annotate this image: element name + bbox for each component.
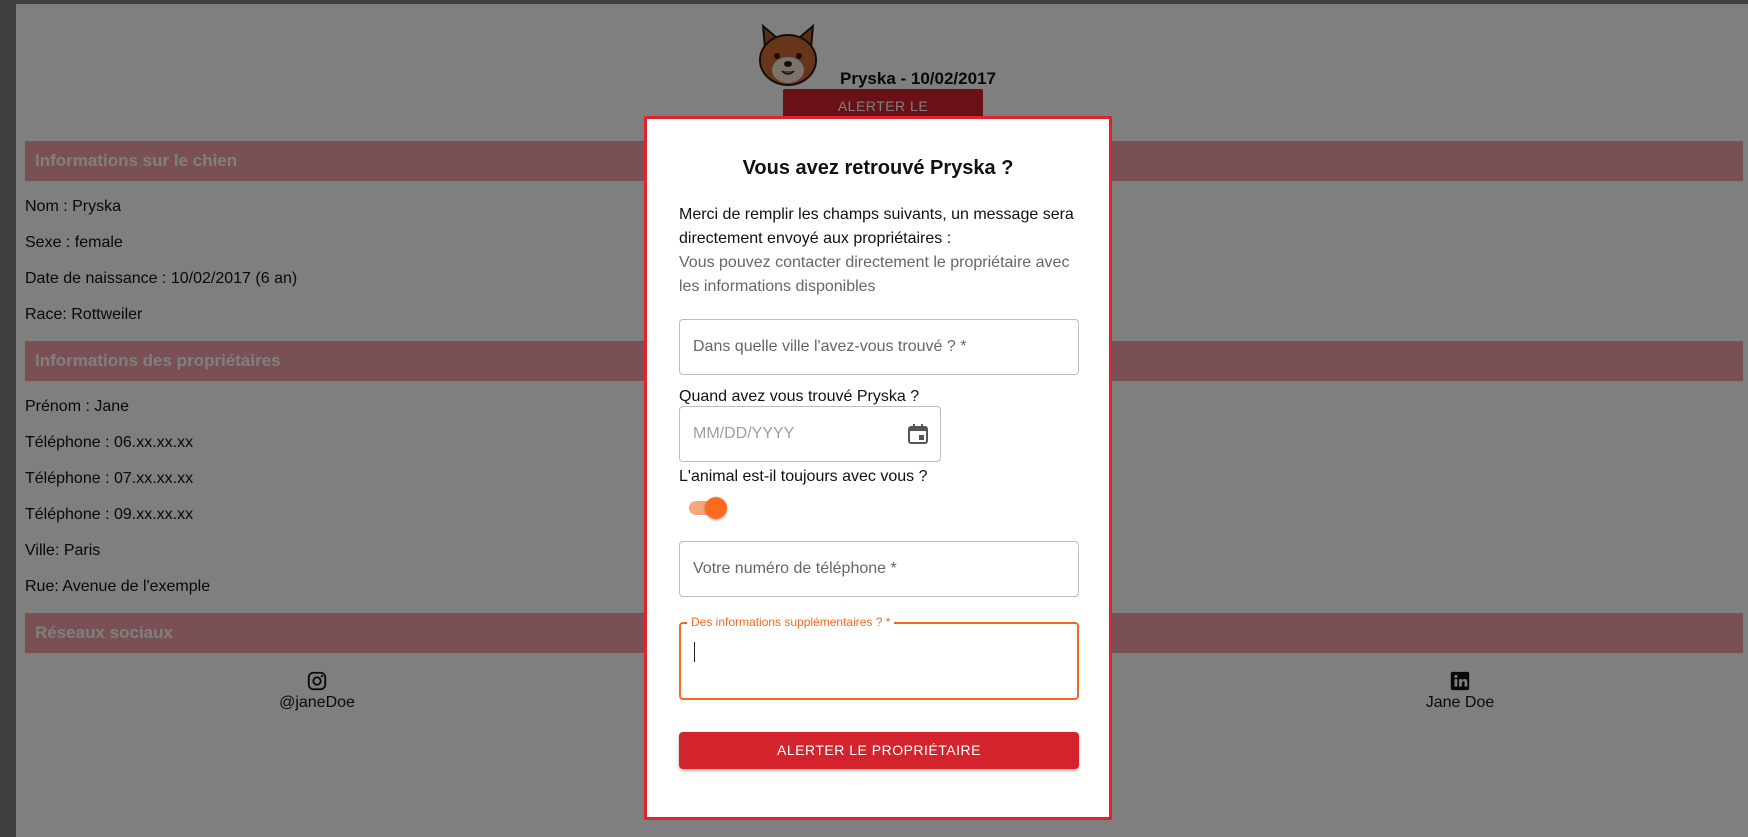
- phone-input[interactable]: Votre numéro de téléphone *: [679, 541, 1079, 597]
- date-label: Quand avez vous trouvé Pryska ?: [679, 388, 920, 405]
- dialog-intro: Merci de remplir les champs suivants, un…: [679, 206, 1074, 247]
- text-caret: [694, 642, 695, 662]
- city-input[interactable]: Dans quelle ville l'avez-vous trouvé ? *: [679, 319, 1079, 375]
- switch-thumb: [705, 497, 727, 519]
- date-placeholder: MM/DD/YYYY: [693, 425, 795, 442]
- with-you-label: L'animal est-il toujours avec vous ?: [679, 468, 928, 485]
- extra-info-textarea[interactable]: Des informations supplémentaires ? *: [679, 615, 1079, 700]
- extra-info-label: Des informations supplémentaires ? *: [687, 615, 895, 629]
- calendar-icon[interactable]: [906, 422, 930, 446]
- date-input[interactable]: MM/DD/YYYY: [679, 406, 941, 462]
- dialog-title: Vous avez retrouvé Pryska ?: [742, 157, 1014, 179]
- alert-owner-submit-button[interactable]: ALERTER LE PROPRIÉTAIRE: [679, 732, 1079, 769]
- still-with-you-switch[interactable]: [689, 496, 729, 520]
- dialog-hint: Vous pouvez contacter directement le pro…: [679, 254, 1070, 295]
- found-dog-dialog: Vous avez retrouvé Pryska ? Merci de rem…: [644, 116, 1112, 820]
